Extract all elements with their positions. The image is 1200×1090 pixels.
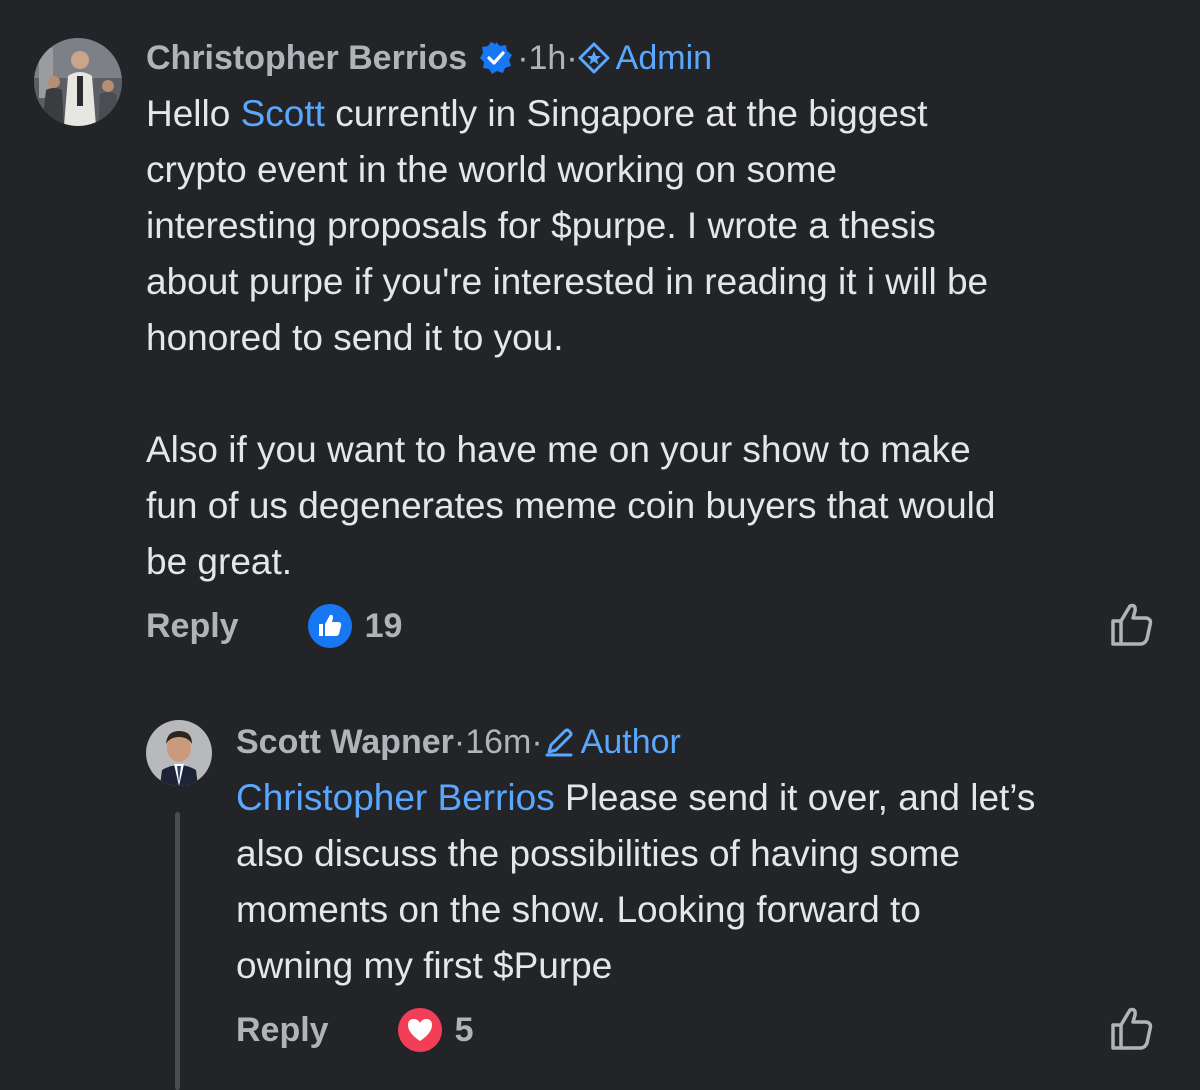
separator: · (531, 722, 543, 761)
verified-badge-icon (479, 41, 513, 75)
separator: · (453, 722, 466, 761)
separator: · (517, 38, 529, 77)
thumbs-up-outline-icon[interactable] (1108, 600, 1156, 653)
reply-button[interactable]: Reply (146, 607, 239, 646)
separator: · (566, 38, 578, 77)
timestamp[interactable]: 1h (529, 39, 567, 78)
thumbs-up-reaction-icon[interactable] (307, 603, 353, 649)
reaction-count[interactable]: 5 (455, 1011, 474, 1050)
comment-actions: Reply 5 (236, 1008, 474, 1052)
role-badge: Author (580, 722, 681, 761)
thumbs-up-outline-icon[interactable] (1108, 1004, 1156, 1057)
admin-star-icon (578, 42, 610, 74)
comment-header: Christopher Berrios · 1h · Admin (146, 36, 712, 80)
comment-header: Scott Wapner · 16m · Author (236, 720, 681, 764)
author-name[interactable]: Scott Wapner (236, 723, 454, 762)
comment-body: Christopher Berrios Please send it over,… (236, 770, 1186, 994)
mention-link[interactable]: Scott (241, 93, 325, 134)
pencil-icon (543, 726, 575, 758)
role-badge: Admin (615, 38, 713, 77)
thread-connector-line (175, 812, 180, 1090)
reaction-count[interactable]: 19 (365, 607, 403, 646)
comment-text: currently in Singapore at the biggest cr… (146, 93, 996, 582)
avatar[interactable] (146, 720, 212, 786)
comment-actions: Reply 19 (146, 604, 402, 648)
avatar[interactable] (34, 38, 122, 126)
comment-body: Hello Scott currently in Singapore at th… (146, 86, 1176, 590)
heart-reaction-icon[interactable] (397, 1007, 443, 1053)
reply-button[interactable]: Reply (236, 1011, 329, 1050)
mention-link[interactable]: Christopher Berrios (236, 777, 555, 818)
comment-text-lead: Hello (146, 93, 231, 134)
author-name[interactable]: Christopher Berrios (146, 39, 467, 78)
timestamp[interactable]: 16m (465, 723, 531, 762)
